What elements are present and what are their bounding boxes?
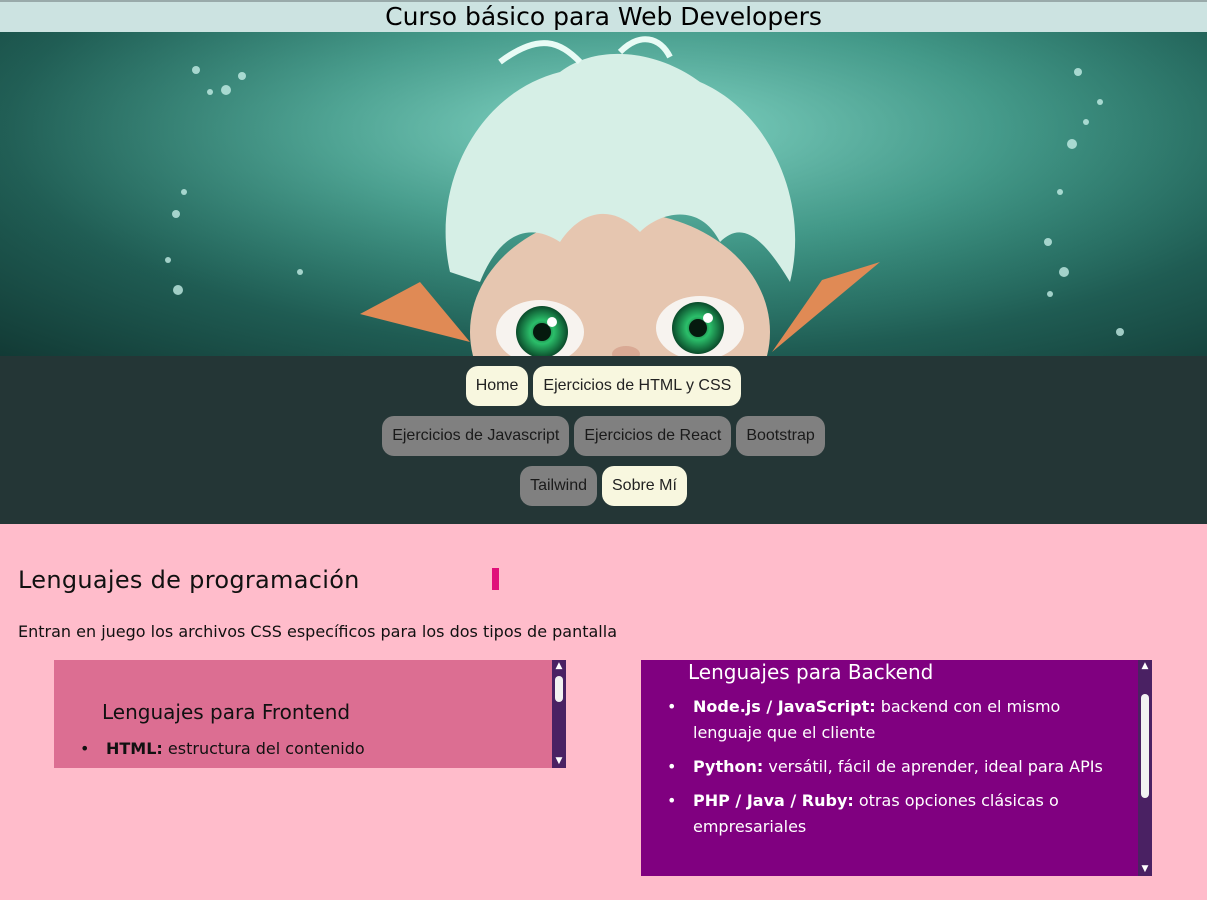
backend-scrollbar[interactable]: ▲ ▼ — [1138, 660, 1152, 876]
nav-row: Ejercicios de Javascript Ejercicios de R… — [0, 416, 1207, 456]
hero-banner-image — [0, 32, 1207, 356]
scroll-thumb[interactable] — [1141, 694, 1149, 798]
item-term: Python: — [693, 757, 764, 776]
item-term: PHP / Java / Ruby: — [693, 791, 854, 810]
frontend-scrollbar[interactable]: ▲ ▼ — [552, 660, 566, 768]
elf-illustration — [0, 32, 1207, 356]
backend-panel[interactable]: Lenguajes para Backend Node.js / JavaScr… — [641, 660, 1152, 876]
frontend-title: Lenguajes para Frontend — [102, 700, 351, 724]
intro-text: Entran en juego los archivos CSS específ… — [18, 622, 617, 641]
item-term: Node.js / JavaScript: — [693, 697, 876, 716]
frontend-list: HTML: estructura del contenido — [80, 736, 544, 762]
frontend-panel[interactable]: Lenguajes para Frontend HTML: estructura… — [54, 660, 566, 768]
main-navigation: Home Ejercicios de HTML y CSS Ejercicios… — [0, 356, 1207, 524]
list-item: HTML: estructura del contenido — [80, 736, 544, 762]
nav-about-button[interactable]: Sobre Mí — [602, 466, 687, 506]
scroll-up-icon[interactable]: ▲ — [554, 662, 564, 671]
nav-html-css-button[interactable]: Ejercicios de HTML y CSS — [533, 366, 742, 406]
site-title: Curso básico para Web Developers — [385, 2, 822, 31]
list-item: Node.js / JavaScript: backend con el mis… — [667, 694, 1111, 746]
backend-list: Node.js / JavaScript: backend con el mis… — [667, 694, 1111, 848]
main-content: Lenguajes de programación Entran en jueg… — [0, 524, 1207, 900]
item-term: HTML: — [106, 739, 163, 758]
nav-home-button[interactable]: Home — [465, 366, 529, 406]
scroll-thumb[interactable] — [555, 676, 563, 702]
list-item: Python: versátil, fácil de aprender, ide… — [667, 754, 1111, 780]
backend-title: Lenguajes para Backend — [688, 660, 934, 684]
scroll-up-icon[interactable]: ▲ — [1140, 662, 1150, 671]
nav-tailwind-button[interactable]: Tailwind — [520, 466, 597, 506]
nav-row: Home Ejercicios de HTML y CSS — [0, 366, 1207, 406]
site-header: Curso básico para Web Developers — [0, 0, 1207, 32]
page-heading: Lenguajes de programación — [18, 566, 360, 594]
accent-marker — [492, 568, 499, 590]
item-desc: estructura del contenido — [162, 739, 365, 758]
item-desc: versátil, fácil de aprender, ideal para … — [763, 757, 1103, 776]
nav-row: Tailwind Sobre Mí — [0, 466, 1207, 506]
list-item: PHP / Java / Ruby: otras opciones clásic… — [667, 788, 1111, 840]
nav-javascript-button[interactable]: Ejercicios de Javascript — [382, 416, 570, 456]
nav-bootstrap-button[interactable]: Bootstrap — [736, 416, 825, 456]
scroll-down-icon[interactable]: ▼ — [1140, 865, 1150, 874]
scroll-down-icon[interactable]: ▼ — [554, 757, 564, 766]
nav-react-button[interactable]: Ejercicios de React — [574, 416, 732, 456]
